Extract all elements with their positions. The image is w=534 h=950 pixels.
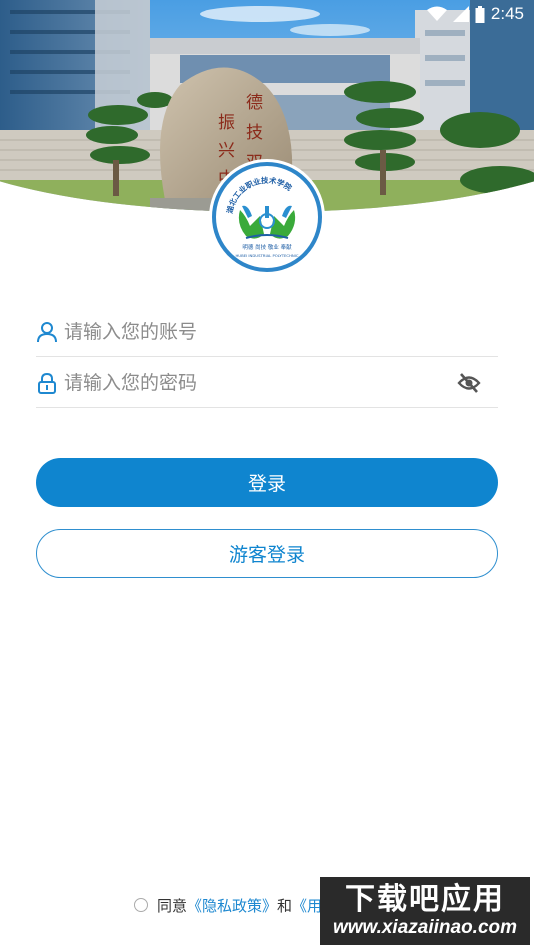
privacy-policy-link[interactable]: 《隐私政策》 xyxy=(187,895,277,916)
status-time: 2:45 xyxy=(490,4,524,23)
svg-text:德: 德 xyxy=(246,93,263,113)
svg-text:振: 振 xyxy=(218,113,235,133)
wifi-icon xyxy=(426,6,447,21)
guest-login-button[interactable]: 游客登录 xyxy=(36,529,498,578)
agreement-and: 和 xyxy=(277,896,293,915)
emblem-motto: 明德 尚技 敬业 奉献 xyxy=(242,243,292,251)
school-emblem-logo-icon: 湖北工业职业技术学院 明德 尚技 敬业 奉献 HUBEI INDUSTRIAL … xyxy=(218,168,316,266)
lock-icon xyxy=(36,372,58,394)
login-button[interactable]: 登录 xyxy=(36,458,498,507)
watermark-logo: 下载吧应用 www.xiazaiinao.com xyxy=(320,877,530,945)
user-icon xyxy=(36,321,58,343)
school-emblem: 湖北工业职业技术学院 明德 尚技 敬业 奉献 HUBEI INDUSTRIAL … xyxy=(212,162,322,272)
watermark-url: www.xiazaiinao.com xyxy=(332,917,518,938)
status-bar: 2:45 xyxy=(0,0,534,28)
battery-icon xyxy=(475,5,485,23)
watermark-brand: 下载吧应用 xyxy=(345,882,505,917)
account-field[interactable] xyxy=(36,307,498,357)
signal-icon xyxy=(452,6,469,22)
emblem-english: HUBEI INDUSTRIAL POLYTECHNIC xyxy=(235,253,298,258)
svg-text:技: 技 xyxy=(246,123,263,143)
password-input[interactable] xyxy=(64,362,456,403)
eye-off-icon[interactable] xyxy=(456,370,482,396)
account-input[interactable] xyxy=(64,311,498,352)
svg-text:兴: 兴 xyxy=(218,141,235,161)
password-field[interactable] xyxy=(36,358,498,408)
agreement-radio[interactable] xyxy=(134,898,148,912)
agreement-prefix: 同意 xyxy=(157,896,188,915)
